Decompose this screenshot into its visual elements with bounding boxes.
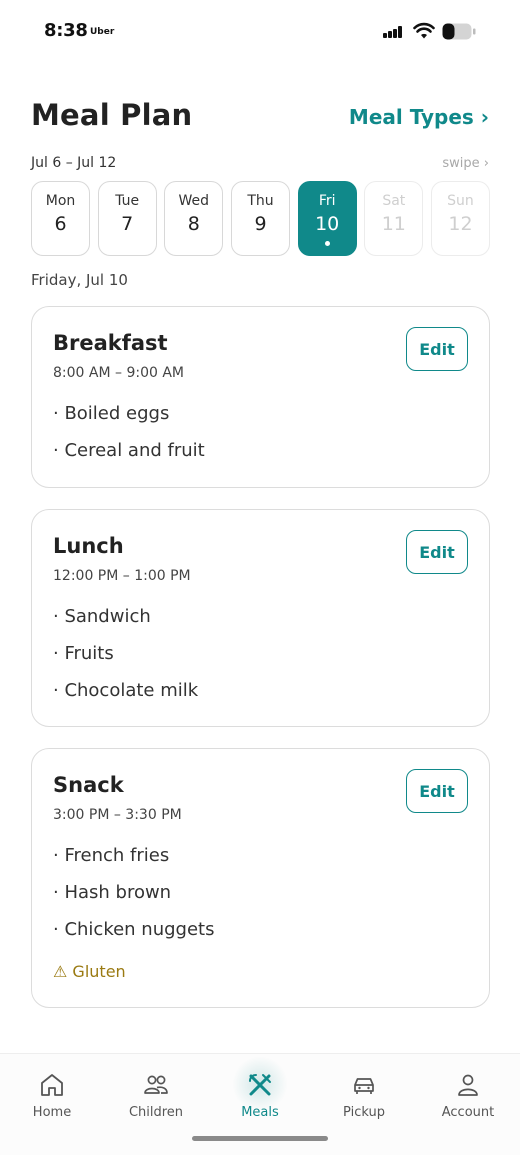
meal-item: · Cereal and fruit <box>53 440 205 461</box>
nav-label: Children <box>128 1105 184 1120</box>
status-bar: 8:38 Uber <box>0 0 520 64</box>
day-sat: Sat 11 <box>364 181 424 256</box>
nav-label: Pickup <box>343 1105 385 1120</box>
swipe-hint: swipe › <box>442 156 489 171</box>
meals-icon <box>249 1074 271 1096</box>
meal-items: · Sandwich · Fruits · Chocolate milk <box>53 606 198 717</box>
nav-pickup[interactable]: Pickup <box>312 1054 416 1134</box>
day-number: 9 <box>254 213 267 235</box>
meal-items: · French fries · Hash brown · Chicken nu… <box>53 845 214 956</box>
day-name: Mon <box>45 193 76 209</box>
page-title: Meal Plan <box>31 98 193 132</box>
day-name: Thu <box>247 193 274 209</box>
children-icon <box>144 1075 168 1094</box>
day-name: Tue <box>115 193 140 209</box>
meal-item: · French fries <box>53 845 170 866</box>
nav-label: Home <box>32 1105 72 1120</box>
account-icon <box>458 1074 478 1096</box>
edit-snack-button[interactable]: Edit <box>406 769 468 813</box>
meal-item: · Sandwich <box>53 606 151 627</box>
day-number: 8 <box>187 213 200 235</box>
status-carrier: Uber <box>90 27 115 37</box>
day-number: 7 <box>121 213 134 235</box>
day-sun: Sun 12 <box>431 181 490 256</box>
meal-name: Lunch <box>53 534 124 558</box>
meal-card-breakfast: Breakfast 8:00 AM – 9:00 AM Edit · Boile… <box>31 306 490 488</box>
home-icon <box>41 1074 63 1096</box>
selected-day-dot <box>324 241 330 246</box>
meal-item: · Hash brown <box>53 882 172 903</box>
day-name: Fri <box>318 193 336 209</box>
day-number: 12 <box>448 213 473 235</box>
day-name: Sun <box>447 193 474 209</box>
meal-time: 12:00 PM – 1:00 PM <box>53 568 191 584</box>
car-icon <box>354 1078 374 1094</box>
meal-time: 8:00 AM – 9:00 AM <box>53 365 184 381</box>
day-wed[interactable]: Wed 8 <box>164 181 224 256</box>
nav-meals[interactable]: Meals <box>208 1054 312 1134</box>
day-thu[interactable]: Thu 9 <box>231 181 290 256</box>
meal-types-link[interactable]: Meal Types › <box>349 105 489 129</box>
status-time: 8:38 <box>44 20 88 41</box>
nav-home[interactable]: Home <box>0 1054 104 1134</box>
meal-name: Snack <box>53 773 124 797</box>
day-tue[interactable]: Tue 7 <box>97 181 157 256</box>
meal-name: Breakfast <box>53 331 168 355</box>
edit-breakfast-button[interactable]: Edit <box>406 327 468 371</box>
meal-item: · Chicken nuggets <box>53 919 215 940</box>
meal-item: · Boiled eggs <box>53 403 170 424</box>
wifi-icon <box>413 22 435 39</box>
cellular-signal-icon <box>383 26 405 38</box>
nav-label: Meals <box>241 1105 279 1120</box>
meal-item: · Chocolate milk <box>53 680 199 701</box>
day-fri[interactable]: Fri 10 <box>297 181 357 256</box>
day-name: Wed <box>178 193 210 209</box>
day-number: 6 <box>54 213 67 235</box>
selected-date: Friday, Jul 10 <box>31 271 128 289</box>
allergy-warning: ⚠ Gluten <box>53 962 126 981</box>
edit-lunch-button[interactable]: Edit <box>406 530 468 574</box>
day-number: 11 <box>381 213 406 235</box>
nav-account[interactable]: Account <box>416 1054 520 1134</box>
meal-time: 3:00 PM – 3:30 PM <box>53 807 182 823</box>
nav-label: Account <box>441 1105 495 1120</box>
meal-card-snack: Snack 3:00 PM – 3:30 PM Edit · French fr… <box>31 748 490 1008</box>
week-range: Jul 6 – Jul 12 <box>31 155 117 171</box>
day-mon[interactable]: Mon 6 <box>31 181 90 256</box>
battery-icon <box>442 23 476 40</box>
meal-items: · Boiled eggs · Cereal and fruit <box>53 403 205 477</box>
home-indicator <box>192 1136 328 1141</box>
day-selector: Mon 6 Tue 7 Wed 8 Thu 9 Fri 10 Sat 11 Su… <box>31 181 490 257</box>
meal-item: · Fruits <box>53 643 114 664</box>
day-name: Sat <box>382 193 406 209</box>
day-number: 10 <box>315 213 340 235</box>
meal-card-lunch: Lunch 12:00 PM – 1:00 PM Edit · Sandwich… <box>31 509 490 727</box>
nav-children[interactable]: Children <box>104 1054 208 1134</box>
